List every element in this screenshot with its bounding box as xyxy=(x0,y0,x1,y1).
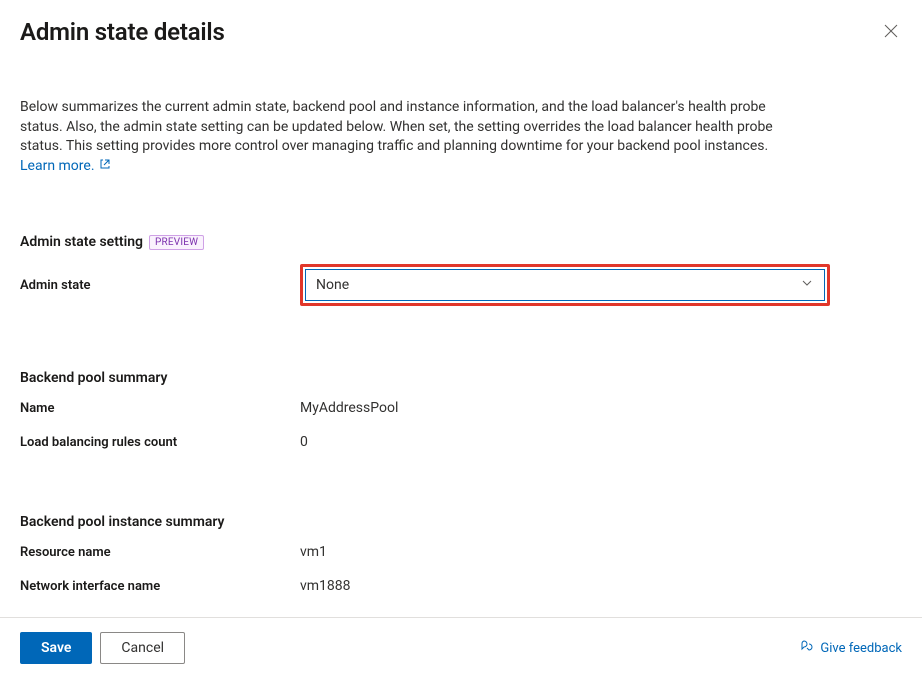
instance-nic-row: Network interface name vm1888 xyxy=(20,578,902,594)
backend-pool-name-label: Name xyxy=(20,401,300,416)
panel-description: Below summarizes the current admin state… xyxy=(20,98,800,176)
backend-pool-rules-label: Load balancing rules count xyxy=(20,435,300,450)
footer-actions: Save Cancel xyxy=(20,632,185,664)
section-heading-instance: Backend pool instance summary xyxy=(20,514,902,530)
admin-state-field-row: Admin state None xyxy=(20,264,902,306)
panel-footer: Save Cancel Give feedback xyxy=(0,617,922,678)
backend-pool-name-row: Name MyAddressPool xyxy=(20,400,902,416)
admin-state-dropdown-highlight: None xyxy=(300,264,830,306)
backend-pool-name-value: MyAddressPool xyxy=(300,400,398,416)
panel-header: Admin state details xyxy=(20,18,902,46)
instance-nic-label: Network interface name xyxy=(20,579,300,594)
section-heading-admin-state: Admin state setting PREVIEW xyxy=(20,234,902,250)
backend-pool-summary-section: Backend pool summary Name MyAddressPool … xyxy=(20,370,902,468)
page-title: Admin state details xyxy=(20,18,225,46)
learn-more-label: Learn more. xyxy=(20,157,95,177)
admin-state-label: Admin state xyxy=(20,278,300,293)
learn-more-link[interactable]: Learn more. xyxy=(20,157,111,177)
admin-state-section: Admin state setting PREVIEW Admin state … xyxy=(20,234,902,324)
admin-state-details-panel: Admin state details Below summarizes the… xyxy=(0,0,922,678)
cancel-button[interactable]: Cancel xyxy=(100,632,185,664)
save-button[interactable]: Save xyxy=(20,632,92,664)
instance-nic-value: vm1888 xyxy=(300,578,351,594)
close-icon xyxy=(884,24,898,38)
instance-summary-section: Backend pool instance summary Resource n… xyxy=(20,514,902,612)
give-feedback-link[interactable]: Give feedback xyxy=(800,639,902,657)
backend-pool-rules-value: 0 xyxy=(300,434,308,450)
feedback-icon xyxy=(800,639,814,657)
section-heading-backend-pool: Backend pool summary xyxy=(20,370,902,386)
preview-badge: PREVIEW xyxy=(149,235,204,250)
admin-state-heading-text: Admin state setting xyxy=(20,234,143,250)
instance-resource-label: Resource name xyxy=(20,545,300,560)
instance-resource-value: vm1 xyxy=(300,544,327,560)
admin-state-dropdown[interactable]: None xyxy=(305,269,825,301)
close-button[interactable] xyxy=(880,20,902,42)
external-link-icon xyxy=(99,157,111,177)
feedback-label: Give feedback xyxy=(820,641,902,656)
instance-resource-row: Resource name vm1 xyxy=(20,544,902,560)
description-text: Below summarizes the current admin state… xyxy=(20,99,773,154)
backend-pool-rules-row: Load balancing rules count 0 xyxy=(20,434,902,450)
